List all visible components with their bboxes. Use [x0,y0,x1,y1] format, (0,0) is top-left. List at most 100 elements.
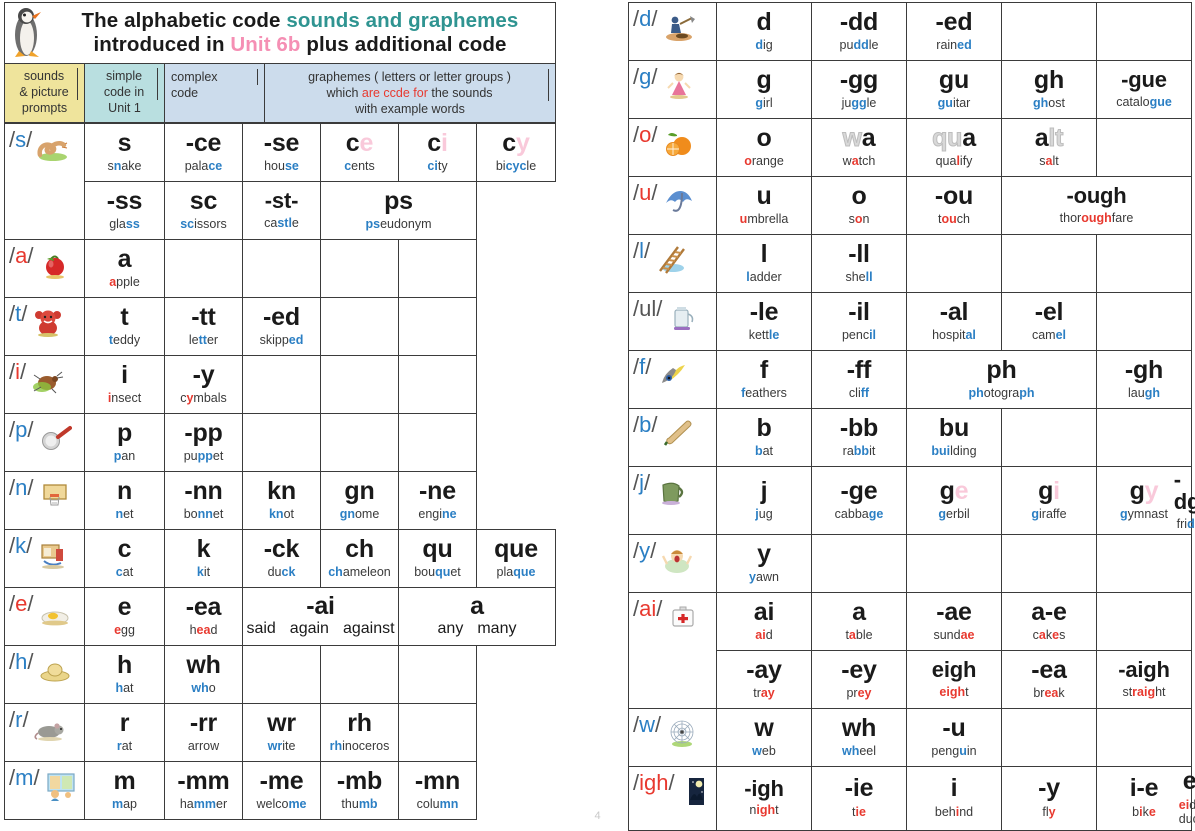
grapheme-cell[interactable]: ch chameleon [320,529,399,588]
grapheme-cell[interactable]: -ed skipped [242,297,321,356]
grapheme-cell[interactable]: h hat [84,645,165,704]
grapheme-cell[interactable]: -ss glass [84,181,165,240]
sound-cell[interactable]: /a/ [4,239,85,298]
sound-cell[interactable]: /w/ [628,708,717,768]
grapheme-cell[interactable]: ce cents [320,123,399,182]
grapheme-cell[interactable]: -ea break [1001,650,1097,710]
grapheme-cell[interactable]: n net [84,471,165,530]
sound-cell[interactable]: /t/ [4,297,85,356]
grapheme-cell[interactable]: o orange [716,118,812,177]
grapheme-cell[interactable]: -ne engine [398,471,477,530]
grapheme-cell[interactable]: ge gerbil [906,465,1002,536]
sound-cell[interactable]: /e/ [4,587,85,646]
sound-cell[interactable]: /l/ [628,234,717,293]
grapheme-cell[interactable]: t teddy [84,297,165,356]
sound-cell[interactable]: /o/ [628,118,717,177]
grapheme-cell[interactable]: -pp puppet [164,413,243,472]
grapheme-cell[interactable]: -y cymbals [164,355,243,414]
grapheme-cell[interactable]: -al hospital [906,292,1002,351]
grapheme-cell[interactable]: -rr arrow [164,703,243,762]
grapheme-cell[interactable]: -ff cliff [811,350,907,409]
grapheme-cell[interactable]: rh rhinoceros [320,703,399,762]
grapheme-cell[interactable]: a-e cakes [1001,592,1097,652]
grapheme-cell[interactable]: i insect [84,355,165,414]
grapheme-cell[interactable]: ai aid [716,592,812,652]
grapheme-cell[interactable]: p pan [84,413,165,472]
grapheme-cell[interactable]: a apple [84,239,165,298]
grapheme-cell[interactable]: wr write [242,703,321,762]
sound-cell[interactable]: /p/ [4,413,85,472]
grapheme-cell[interactable]: ps pseudonym [320,181,477,240]
grapheme-cell[interactable]: -ai said again against [242,587,399,646]
sound-cell[interactable]: /i/ [4,355,85,414]
grapheme-cell[interactable]: a table [811,592,907,652]
grapheme-cell[interactable]: -ou touch [906,176,1002,235]
grapheme-cell[interactable]: w web [716,708,812,768]
grapheme-cell[interactable]: eigh eight [906,650,1002,710]
grapheme-cell[interactable]: wa watch [811,118,907,177]
grapheme-cell[interactable]: -ay tray [716,650,812,710]
grapheme-cell[interactable]: -ge cabbage [811,465,907,536]
grapheme-cell[interactable]: -ough thoroughfare [1001,176,1192,235]
grapheme-cell[interactable]: b bat [716,408,812,467]
grapheme-cell[interactable]: o son [811,176,907,235]
sound-cell[interactable]: /s/ [4,123,85,240]
grapheme-cell[interactable]: e egg [84,587,165,646]
grapheme-cell[interactable]: gu guitar [906,60,1002,119]
grapheme-cell[interactable]: -ed rained [906,2,1002,61]
grapheme-cell[interactable]: gi giraffe [1001,465,1097,536]
grapheme-cell[interactable]: -u penguin [906,708,1002,768]
grapheme-cell[interactable]: -ll shell [811,234,907,293]
grapheme-cell[interactable]: l ladder [716,234,812,293]
sound-cell[interactable]: /g/ [628,60,717,119]
grapheme-cell[interactable]: u umbrella [716,176,812,235]
sound-cell[interactable]: /ai/ [628,592,717,710]
grapheme-cell[interactable]: f feathers [716,350,812,409]
grapheme-cell[interactable]: -ce palace [164,123,243,182]
grapheme-cell[interactable]: -se house [242,123,321,182]
sound-cell[interactable]: /y/ [628,534,717,594]
sound-cell[interactable]: /f/ [628,350,717,409]
sound-cell[interactable]: /n/ [4,471,85,530]
grapheme-cell[interactable]: -bb rabbit [811,408,907,467]
grapheme-cell[interactable]: y yawn [716,534,812,594]
grapheme-cell[interactable]: g girl [716,60,812,119]
grapheme-cell[interactable]: d dig [716,2,812,61]
grapheme-cell[interactable]: -gg juggle [811,60,907,119]
grapheme-cell[interactable]: gh ghost [1001,60,1097,119]
grapheme-cell[interactable]: k kit [164,529,243,588]
grapheme-cell[interactable]: wh wheel [811,708,907,768]
grapheme-cell[interactable]: ph photograph [906,350,1097,409]
grapheme-cell[interactable]: -nn bonnet [164,471,243,530]
grapheme-cell[interactable]: cy bicycle [476,123,556,182]
grapheme-cell[interactable]: que plaque [476,529,556,588]
grapheme-cell[interactable]: -dd puddle [811,2,907,61]
grapheme-cell[interactable]: qu bouquet [398,529,477,588]
sound-cell[interactable]: /b/ [628,408,717,467]
grapheme-cell[interactable]: -ey prey [811,650,907,710]
grapheme-cell[interactable]: c cat [84,529,165,588]
sound-cell[interactable]: /r/ [4,703,85,762]
grapheme-cell[interactable]: -el camel [1001,292,1097,351]
grapheme-cell[interactable]: s snake [84,123,165,182]
grapheme-cell[interactable]: ci city [398,123,477,182]
sound-cell[interactable]: /d/ [628,2,717,61]
grapheme-cell[interactable]: kn knot [242,471,321,530]
grapheme-cell[interactable]: bu building [906,408,1002,467]
grapheme-cell[interactable]: qua qualify [906,118,1002,177]
grapheme-cell[interactable]: -le kettle [716,292,812,351]
sound-cell[interactable]: /ul/ [628,292,717,351]
grapheme-cell[interactable]: -il pencil [811,292,907,351]
grapheme-cell[interactable]: -tt letter [164,297,243,356]
sound-cell[interactable]: /j/ [628,465,717,536]
grapheme-cell[interactable]: -ae sundae [906,592,1002,652]
grapheme-cell[interactable]: a any many [398,587,556,646]
grapheme-cell[interactable]: wh who [164,645,243,704]
sound-cell[interactable]: /h/ [4,645,85,704]
grapheme-cell[interactable]: sc scissors [164,181,243,240]
grapheme-cell[interactable]: -aigh straight [1096,650,1192,710]
grapheme-cell[interactable]: alt salt [1001,118,1097,177]
grapheme-cell[interactable]: r rat [84,703,165,762]
grapheme-cell[interactable]: -gue catalogue [1096,60,1192,119]
grapheme-cell[interactable]: -ea head [164,587,243,646]
